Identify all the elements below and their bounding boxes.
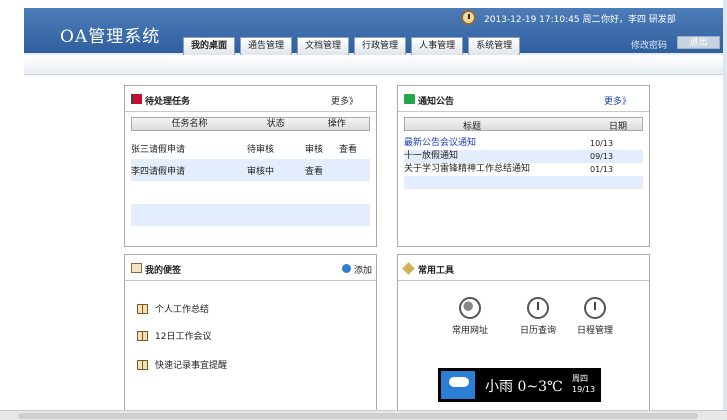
notices-table-header: 标题 日期 — [404, 117, 643, 132]
weather-weekday: 周四 — [572, 374, 588, 383]
tasks-title: 待处理任务 — [145, 97, 191, 107]
book-icon — [137, 303, 148, 314]
list-item: 最新公告会议通知 10/13 — [404, 137, 643, 150]
notice-date: 10/13 — [590, 139, 614, 148]
view-link[interactable]: 查看 — [339, 142, 357, 155]
tool-favorites[interactable]: 常用网址 — [448, 297, 492, 336]
memo-item[interactable]: 快速记录事宜提醒 — [137, 358, 227, 371]
datetime: 2013-12-19 17:10:45 周二 — [484, 15, 601, 25]
tools-icon — [402, 262, 415, 275]
col-title: 标题 — [463, 122, 482, 132]
tool-label: 日程管理 — [576, 326, 613, 336]
tool-label: 日历查询 — [519, 326, 556, 336]
weather-widget: 小雨 0~3℃ 周四 19/13 — [438, 368, 601, 402]
check-icon — [404, 94, 415, 104]
tab-notice[interactable]: 通告管理 — [240, 37, 293, 55]
empty-row — [131, 204, 370, 226]
notices-panel-header: 通知公告 更多》 — [398, 86, 649, 112]
note-icon — [131, 263, 142, 273]
weather-text: 小雨 0~3℃ — [485, 379, 563, 395]
memo-item-label: 快速记录事宜提醒 — [155, 361, 228, 371]
table-row: 张三请假申请 待审核 审核 查看 — [131, 137, 370, 159]
tab-hr[interactable]: 人事管理 — [411, 37, 464, 55]
notices-more-link[interactable]: 更多》 — [604, 94, 631, 107]
memo-title: 我的便签 — [145, 266, 182, 276]
app-title: OA管理系统 — [60, 27, 161, 47]
tab-system[interactable]: 系统管理 — [468, 37, 521, 55]
book-icon — [137, 330, 148, 341]
tools-panel-header: 常用工具 — [398, 255, 649, 281]
view-link[interactable]: 查看 — [305, 164, 323, 177]
flag-icon — [131, 94, 142, 104]
notices-panel: 通知公告 更多》 标题 日期 最新公告会议通知 10/13 十一放假通知 09/… — [397, 85, 650, 247]
memo-item-label: 12日工作会议 — [155, 332, 212, 342]
tasks-panel-header: 待处理任务 更多》 — [125, 86, 376, 112]
empty-row — [404, 176, 643, 189]
task-status: 审核中 — [247, 166, 275, 177]
col-date: 日期 — [609, 122, 628, 132]
tool-calendar[interactable]: 日历查询 — [516, 297, 560, 336]
notice-title[interactable]: 关于学习雷锋精神工作总结通知 — [404, 163, 530, 176]
review-link[interactable]: 审核 — [305, 142, 323, 155]
notice-date: 09/13 — [590, 152, 614, 161]
clock-icon — [461, 10, 476, 25]
main-tabs: 我的桌面 通告管理 文档管理 行政管理 人事管理 系统管理 — [183, 37, 521, 55]
tasks-more-link[interactable]: 更多》 — [331, 94, 358, 107]
memo-add-button[interactable]: 添加 — [354, 263, 372, 276]
scroll-thumb[interactable] — [18, 413, 698, 419]
memo-item[interactable]: 12日工作会议 — [137, 329, 211, 342]
logout-button[interactable]: 退出 — [677, 36, 720, 49]
tab-desktop[interactable]: 我的桌面 — [183, 37, 236, 55]
rain-cloud-icon — [441, 371, 475, 399]
horizontal-scrollbar[interactable] — [0, 410, 727, 420]
tab-docs[interactable]: 文档管理 — [297, 37, 350, 55]
window-edge — [723, 0, 727, 420]
notice-title[interactable]: 十一放假通知 — [404, 150, 458, 163]
col-actions: 操作 — [327, 119, 346, 129]
tools-title: 常用工具 — [418, 266, 455, 276]
weather-date: 19/13 — [572, 385, 596, 394]
list-item: 十一放假通知 09/13 — [404, 150, 643, 163]
memo-panel-header: 我的便签 添加 — [125, 255, 376, 281]
tool-schedule[interactable]: 日程管理 — [573, 297, 617, 336]
notice-date: 01/13 — [590, 165, 614, 174]
tools-panel: 常用工具 常用网址 日历查询 日程管理 小雨 0~3℃ 周四 19/13 — [397, 254, 650, 414]
list-item: 关于学习雷锋精神工作总结通知 01/13 — [404, 163, 643, 176]
tab-admin[interactable]: 行政管理 — [354, 37, 407, 55]
book-icon — [137, 359, 148, 370]
sub-band — [24, 55, 727, 75]
change-password-link[interactable]: 修改密码 — [631, 38, 667, 51]
tasks-table-header: 任务名称 状态 操作 — [131, 117, 370, 131]
header-bar: OA管理系统 2013-12-19 17:10:45 周二 你好，李四 研发部 … — [24, 8, 727, 55]
user-info: 你好，李四 研发部 — [601, 15, 676, 25]
memo-panel: 我的便签 添加 个人工作总结 12日工作会议 快速记录事宜提醒 — [124, 254, 377, 414]
tasks-panel: 待处理任务 更多》 任务名称 状态 操作 张三请假申请 待审核 审核 查看 李四… — [124, 85, 377, 247]
memo-item[interactable]: 个人工作总结 — [137, 302, 209, 315]
clock-icon — [527, 297, 549, 319]
add-icon[interactable] — [342, 264, 351, 273]
table-row: 李四请假申请 审核中 查看 — [131, 159, 370, 181]
task-name: 张三请假申请 — [131, 144, 186, 155]
globe-icon — [459, 297, 481, 319]
memo-item-label: 个人工作总结 — [155, 305, 210, 315]
col-status: 状态 — [266, 119, 285, 129]
task-name: 李四请假申请 — [131, 166, 186, 177]
notices-title: 通知公告 — [418, 97, 455, 107]
task-status: 待审核 — [247, 144, 275, 155]
notice-title-link[interactable]: 最新公告会议通知 — [404, 137, 476, 150]
clock-icon — [584, 297, 606, 319]
col-task-name: 任务名称 — [171, 119, 208, 129]
tool-label: 常用网址 — [451, 326, 488, 336]
